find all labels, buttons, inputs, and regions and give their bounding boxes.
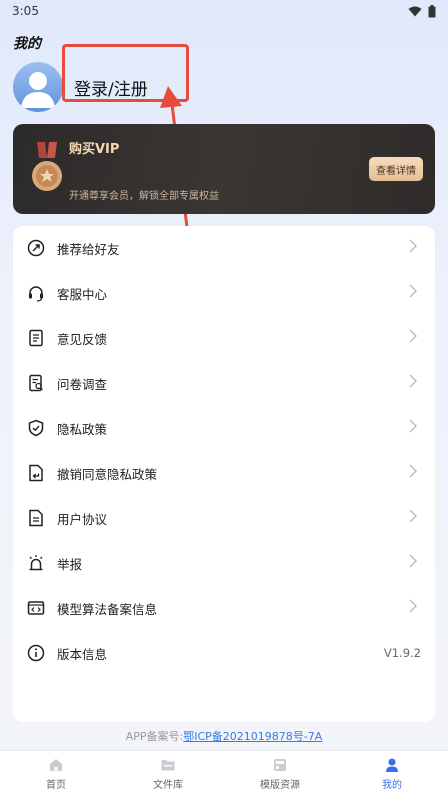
menu-item-feedback[interactable]: 意见反馈 [13, 316, 435, 360]
status-bar: 3:05 [0, 0, 448, 22]
info-icon [27, 644, 45, 662]
tab-label: 首页 [46, 780, 66, 791]
chevron-right-icon [409, 329, 417, 343]
vip-title: 购买VIP [69, 142, 120, 157]
page-title: 我的 [13, 36, 41, 52]
chevron-right-icon [409, 374, 417, 388]
version-number: V1.9.2 [383, 646, 421, 660]
chevron-right-icon [409, 419, 417, 433]
folder-icon [161, 760, 175, 771]
menu-item-label: 推荐给好友 [57, 241, 120, 257]
tab-templates[interactable]: 模版资源 [224, 751, 336, 797]
menu-item-label: 模型算法备案信息 [57, 601, 158, 617]
menu-item-label: 客服中心 [57, 286, 108, 302]
tab-mine[interactable]: 我的 [336, 751, 448, 797]
share-icon [27, 239, 45, 257]
user-avatar-icon [21, 72, 55, 108]
status-icons [408, 4, 436, 18]
home-icon [50, 759, 62, 771]
icp-record-prefix: APP备案号: [125, 730, 184, 743]
code-icon [27, 599, 45, 617]
chevron-right-icon [409, 599, 417, 613]
vip-banner[interactable]: 购买VIP 开通尊享会员，解锁全部专属权益 查看详情 [13, 124, 435, 214]
chevron-right-icon [409, 554, 417, 568]
annotation-highlight-box [62, 44, 189, 102]
menu-item-label: 用户协议 [57, 511, 108, 527]
menu-item-privacy-policy[interactable]: 隐私政策 [13, 406, 435, 450]
menu-item-label: 撤销同意隐私政策 [57, 466, 158, 482]
menu-item-report[interactable]: 举报 [13, 541, 435, 585]
chevron-right-icon [409, 464, 417, 478]
menu-item-label: 隐私政策 [57, 421, 108, 437]
icp-record-link[interactable]: 鄂ICP备2021019878号-7A [183, 730, 322, 743]
feedback-icon [27, 329, 45, 347]
vip-details-button[interactable]: 查看详情 [369, 157, 423, 181]
template-icon [274, 759, 286, 771]
user-icon [386, 758, 398, 772]
menu-item-version[interactable]: 版本信息 V1.9.2 [13, 631, 435, 675]
menu-item-label: 问卷调查 [57, 376, 108, 392]
tab-label: 模版资源 [260, 780, 300, 791]
avatar[interactable] [13, 62, 63, 112]
chevron-right-icon [409, 509, 417, 523]
menu-list: 推荐给好友 客服中心 意见反馈 问卷调查 隐私政策 撤销同意隐私政策 用户协议 … [13, 226, 435, 722]
menu-item-revoke-privacy[interactable]: 撤销同意隐私政策 [13, 451, 435, 495]
icp-record: APP备案号:鄂ICP备2021019878号-7A [0, 728, 448, 744]
tab-label: 文件库 [153, 780, 183, 791]
alarm-icon [27, 554, 45, 572]
vip-subtitle: 开通尊享会员，解锁全部专属权益 [69, 191, 219, 202]
chevron-right-icon [409, 239, 417, 253]
status-time: 3:05 [12, 4, 39, 18]
chevron-right-icon [409, 284, 417, 298]
survey-icon [27, 374, 45, 392]
menu-item-survey[interactable]: 问卷调查 [13, 361, 435, 405]
wifi-icon [408, 6, 422, 16]
menu-item-user-agreement[interactable]: 用户协议 [13, 496, 435, 540]
medal-icon [32, 142, 62, 191]
tab-label: 我的 [382, 780, 402, 791]
menu-item-recommend[interactable]: 推荐给好友 [13, 226, 435, 270]
headset-icon [27, 284, 45, 302]
document-icon [27, 509, 45, 527]
tab-home[interactable]: 首页 [0, 751, 112, 797]
tab-files[interactable]: 文件库 [112, 751, 224, 797]
menu-item-label: 意见反馈 [57, 331, 108, 347]
menu-item-algorithm-filing[interactable]: 模型算法备案信息 [13, 586, 435, 630]
battery-icon [428, 4, 436, 17]
shield-icon [27, 419, 45, 437]
menu-item-label: 举报 [57, 556, 83, 572]
menu-item-customer-service[interactable]: 客服中心 [13, 271, 435, 315]
menu-item-label: 版本信息 [57, 646, 108, 662]
revoke-icon [27, 464, 45, 482]
bottom-tab-bar: 首页 文件库 模版资源 我的 [0, 750, 448, 797]
